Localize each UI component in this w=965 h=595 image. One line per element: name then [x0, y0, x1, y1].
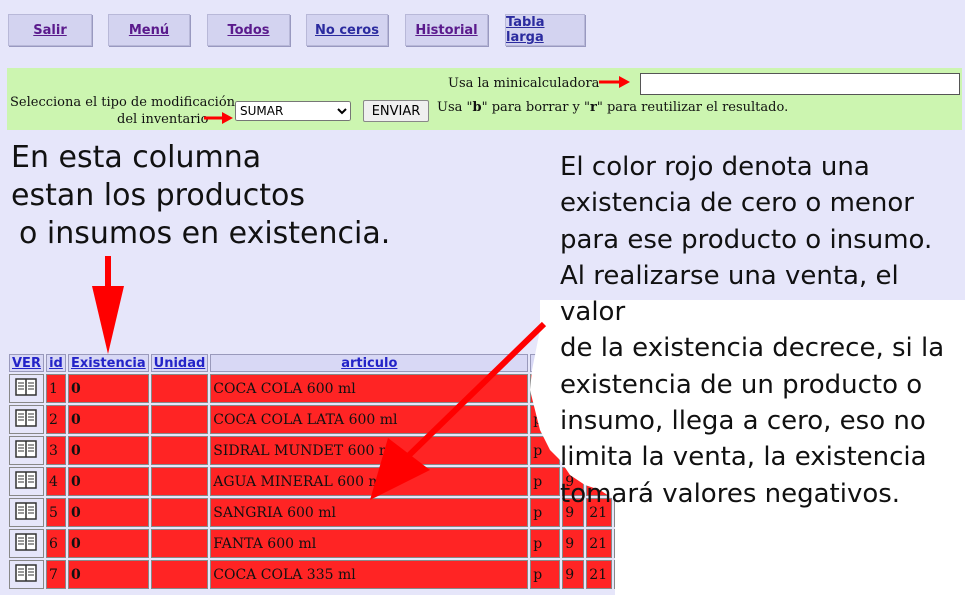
red-row-pointer-arrow-icon: [370, 321, 547, 500]
header-existencia[interactable]: Existencia: [67, 354, 149, 372]
row-id: 4: [45, 467, 66, 496]
modification-type-select[interactable]: SUMAR: [235, 101, 351, 121]
row-id: 1: [45, 374, 66, 403]
ver-book-icon[interactable]: [9, 467, 44, 496]
row-id: 7: [45, 560, 66, 589]
ver-book-icon[interactable]: [9, 374, 44, 403]
header-unidad[interactable]: Unidad: [150, 354, 209, 372]
calculator-label: Usa la minicalculadora: [448, 76, 600, 91]
row-existencia: 0: [67, 374, 149, 403]
row-existencia: 0: [67, 529, 149, 558]
top-nav: Salir Menú Todos No ceros Historial Tabl…: [0, 0, 965, 62]
annotation-right: El color rojo denota una existencia de c…: [560, 152, 945, 509]
enviar-button[interactable]: ENVIAR: [363, 100, 429, 122]
header-ver[interactable]: VER: [9, 354, 44, 372]
minicalculator-input[interactable]: [640, 73, 960, 95]
row-unidad: [150, 467, 209, 496]
row-unidad: [150, 436, 209, 465]
row-articulo: FANTA 600 ml: [210, 529, 529, 558]
row-id: 6: [45, 529, 66, 558]
modification-type-label: Selecciona el tipo de modificación: [10, 95, 236, 110]
modification-type-label-line2: del inventario: [117, 112, 209, 127]
row-unidad: [150, 405, 209, 434]
todos-button[interactable]: Todos: [207, 14, 290, 46]
row-unidad: [150, 529, 209, 558]
ver-book-icon[interactable]: [9, 529, 44, 558]
row-unidad: [150, 374, 209, 403]
row-articulo: COCA COLA 335 ml: [210, 560, 529, 589]
modification-arrow-icon: [204, 112, 233, 124]
ver-book-icon[interactable]: [9, 498, 44, 527]
row-existencia: 0: [67, 560, 149, 589]
menu-button[interactable]: Menú: [108, 14, 190, 46]
row-id: 3: [45, 436, 66, 465]
ver-book-icon[interactable]: [9, 405, 44, 434]
row-id: 2: [45, 405, 66, 434]
row-existencia: 0: [67, 467, 149, 496]
annotation-left: En esta columna estan los productos o in…: [11, 140, 391, 251]
row-existencia: 0: [67, 498, 149, 527]
calculator-arrow-icon: [599, 76, 630, 88]
row-unidad: [150, 560, 209, 589]
salir-button[interactable]: Salir: [8, 14, 92, 46]
tabla-larga-button[interactable]: Tabla larga: [505, 14, 585, 46]
row-existencia: 0: [67, 405, 149, 434]
ver-book-icon[interactable]: [9, 436, 44, 465]
row-existencia: 0: [67, 436, 149, 465]
historial-button[interactable]: Historial: [405, 14, 488, 46]
row-unidad: [150, 498, 209, 527]
calculator-hint: Usa "b" para borrar y "r" para reutiliza…: [437, 100, 789, 115]
ver-book-icon[interactable]: [9, 560, 44, 589]
header-id[interactable]: id: [45, 354, 66, 372]
row-id: 5: [45, 498, 66, 527]
existencia-pointer-arrow-icon: [92, 256, 124, 354]
no-ceros-button[interactable]: No ceros: [306, 14, 388, 46]
